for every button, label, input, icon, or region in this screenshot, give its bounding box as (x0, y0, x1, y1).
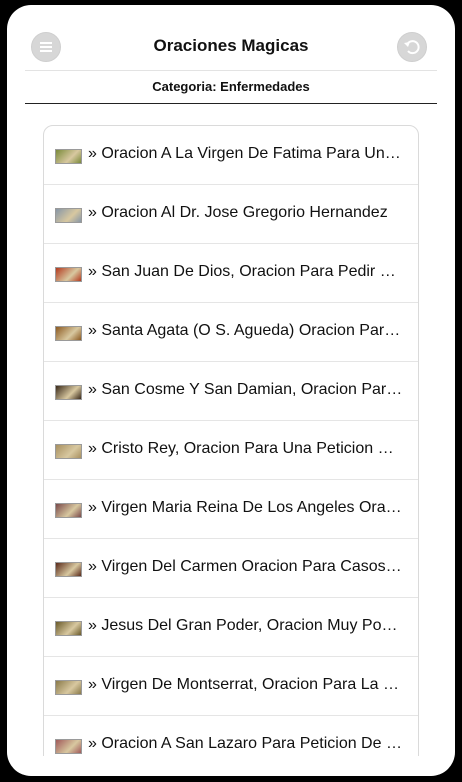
page-title: Oraciones Magicas (153, 36, 309, 55)
list-item-label: » Virgen De Montserrat, Oracion Para La … (88, 676, 403, 693)
prayer-thumbnail (55, 385, 82, 400)
list-item[interactable]: » Cristo Rey, Oracion Para Una Peticion … (44, 421, 418, 480)
category-divider (25, 103, 437, 104)
list-item[interactable]: » Oracion A San Lazaro Para Peticion De … (44, 716, 418, 756)
list-item[interactable]: » Virgen De Montserrat, Oracion Para La … (44, 657, 418, 716)
list-item[interactable]: » Virgen Del Carmen Oracion Para Casos D… (44, 539, 418, 598)
prayer-list: » Oracion A La Virgen De Fatima Para Una… (43, 125, 419, 756)
list-item[interactable]: » San Juan De Dios, Oracion Para Pedir S… (44, 244, 418, 303)
list-item[interactable]: » Virgen Maria Reina De Los Angeles Orac… (44, 480, 418, 539)
list-item-label: » Jesus Del Gran Poder, Oracion Muy Pode… (88, 617, 403, 634)
prayer-thumbnail (55, 326, 82, 341)
prayer-list-container: » Oracion A La Virgen De Fatima Para Una… (43, 125, 419, 756)
list-item[interactable]: » Oracion A La Virgen De Fatima Para Una… (44, 126, 418, 185)
prayer-thumbnail (55, 208, 82, 223)
prayer-thumbnail (55, 149, 82, 164)
list-item-label: » Santa Agata (O S. Agueda) Oracion Para… (88, 322, 403, 339)
category-title: Categoria: Enfermedades (152, 79, 310, 94)
list-item[interactable]: » Jesus Del Gran Poder, Oracion Muy Pode… (44, 598, 418, 657)
prayer-thumbnail (55, 562, 82, 577)
list-item-label: » Virgen Maria Reina De Los Angeles Orac… (88, 499, 403, 516)
list-item-label: » San Cosme Y San Damian, Oracion Para L… (88, 381, 403, 398)
list-item-label: » Virgen Del Carmen Oracion Para Casos D… (88, 558, 403, 575)
back-icon (404, 40, 420, 55)
list-item[interactable]: » San Cosme Y San Damian, Oracion Para L… (44, 362, 418, 421)
prayer-thumbnail (55, 621, 82, 636)
app-frame: Oraciones Magicas Categoria: Enfermedade… (7, 5, 455, 776)
list-item-label: » Oracion Al Dr. Jose Gregorio Hernandez (88, 204, 388, 221)
prayer-thumbnail (55, 267, 82, 282)
prayer-thumbnail (55, 444, 82, 459)
prayer-thumbnail (55, 503, 82, 518)
list-item[interactable]: » Oracion Al Dr. Jose Gregorio Hernandez (44, 185, 418, 244)
prayer-thumbnail (55, 739, 82, 754)
list-item-label: » Cristo Rey, Oracion Para Una Peticion … (88, 440, 403, 457)
header-divider (25, 70, 437, 71)
list-item-label: » San Juan De Dios, Oracion Para Pedir S… (88, 263, 403, 280)
prayer-thumbnail (55, 680, 82, 695)
back-button[interactable] (397, 32, 427, 62)
list-item[interactable]: » Santa Agata (O S. Agueda) Oracion Para… (44, 303, 418, 362)
list-item-label: » Oracion A La Virgen De Fatima Para Una… (88, 145, 403, 162)
list-item-label: » Oracion A San Lazaro Para Peticion De … (88, 735, 403, 752)
header: Oraciones Magicas (7, 5, 455, 71)
